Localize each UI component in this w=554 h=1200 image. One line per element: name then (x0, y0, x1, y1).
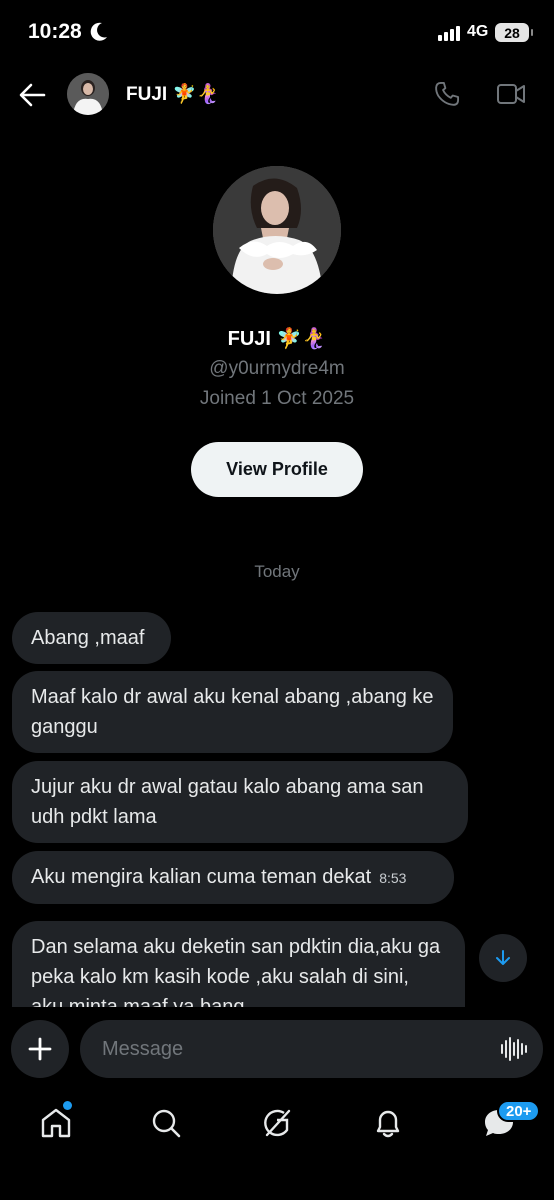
network-type: 4G (467, 23, 489, 40)
profile-name: FUJI 🧚🧜‍♀️ (227, 328, 327, 350)
message-text: Aku mengira kalian cuma teman dekat (31, 866, 372, 888)
grok-icon (264, 1109, 291, 1137)
message-text: Abang ,maaf (31, 627, 145, 649)
signal-icon (438, 25, 460, 41)
message-bubble[interactable]: Maaf kalo dr awal aku kenal abang ,abang… (12, 671, 453, 753)
message-composer (80, 1020, 543, 1078)
back-arrow-icon (19, 83, 46, 107)
nav-grok[interactable] (260, 1106, 294, 1140)
message-input[interactable] (102, 1020, 482, 1078)
date-separator: Today (254, 562, 300, 581)
view-profile-button[interactable]: View Profile (191, 442, 363, 497)
message-bubble[interactable]: Jujur aku dr awal gatau kalo abang ama s… (12, 761, 468, 843)
phone-icon (435, 81, 460, 106)
moon-icon (90, 22, 107, 41)
status-bar: 10:28 4G 28 (0, 0, 554, 66)
voice-icon[interactable] (501, 1037, 527, 1061)
status-time: 10:28 (28, 20, 82, 43)
avatar-image (67, 73, 109, 115)
nav-search[interactable] (149, 1106, 183, 1140)
message-timestamp: 8:53 (379, 870, 407, 886)
nav-notifications[interactable] (371, 1106, 405, 1140)
scroll-to-bottom-button[interactable] (479, 934, 527, 982)
message-bubble[interactable]: Aku mengira kalian cuma teman dekat 8:53 (12, 851, 454, 904)
header-avatar[interactable] (67, 73, 109, 115)
battery-indicator: 28 (495, 23, 533, 42)
bell-icon (376, 1110, 400, 1138)
profile-handle: @y0urmydre4m (209, 358, 345, 379)
message-bubble[interactable]: Dan selama aku deketin san pdktin dia,ak… (12, 921, 465, 1007)
profile-avatar-image (213, 166, 341, 294)
message-text: Jujur aku dr awal gatau kalo abang ama s… (31, 776, 424, 828)
profile-joined-date: Joined 1 Oct 2025 (199, 388, 355, 409)
bottom-navigation (0, 1090, 554, 1200)
header-name[interactable]: FUJI 🧚🧜‍♀️ (126, 82, 220, 106)
search-icon (152, 1109, 181, 1138)
arrow-down-icon (496, 950, 510, 965)
plus-icon (28, 1037, 52, 1061)
video-icon (497, 84, 525, 104)
message-bubble[interactable]: Abang ,maaf (12, 612, 171, 664)
messages-badge: 20+ (497, 1100, 541, 1122)
home-notification-dot (63, 1101, 72, 1110)
nav-home[interactable] (39, 1106, 73, 1140)
message-list[interactable]: Abang ,maaf Maaf kalo dr awal aku kenal … (0, 600, 554, 1007)
home-icon (41, 1108, 71, 1138)
video-call-button[interactable] (496, 81, 526, 107)
profile-avatar[interactable] (213, 166, 341, 294)
message-text: Dan selama aku deketin san pdktin dia,ak… (31, 936, 441, 1007)
back-button[interactable] (18, 82, 46, 108)
call-button[interactable] (433, 80, 461, 108)
message-text: Maaf kalo dr awal aku kenal abang ,abang… (31, 686, 434, 738)
conversation-header: FUJI 🧚🧜‍♀️ (0, 66, 554, 124)
attach-button[interactable] (11, 1020, 69, 1078)
